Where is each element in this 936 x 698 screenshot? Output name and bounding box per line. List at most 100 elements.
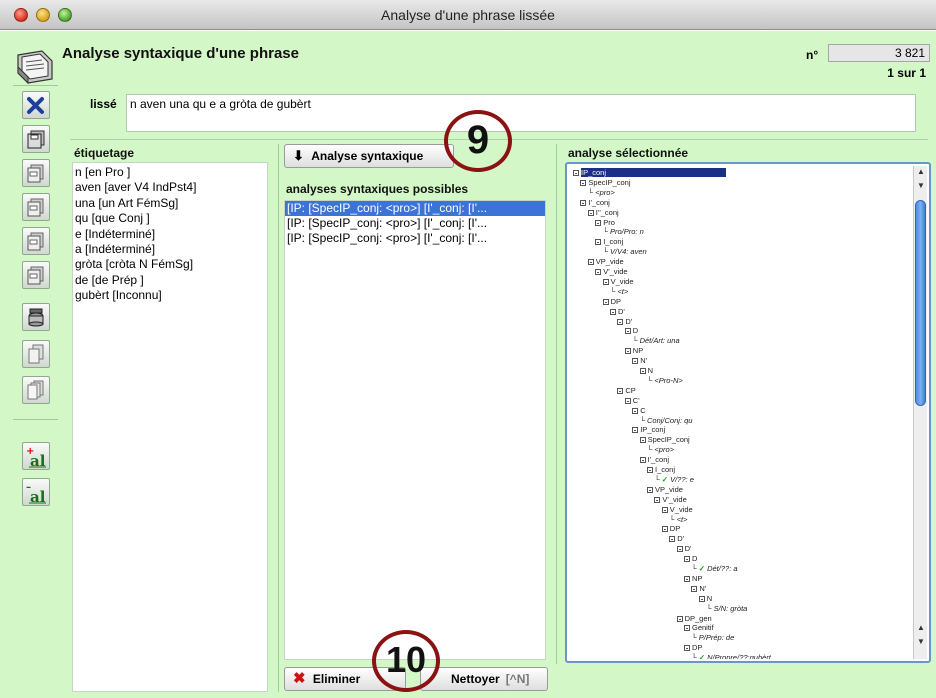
remove-word-button[interactable]: – al <box>22 478 50 506</box>
collapse-toggle-icon[interactable] <box>639 437 646 444</box>
tree-node[interactable]: └ V/V4: aven <box>603 247 647 256</box>
collapse-toggle-icon[interactable] <box>647 467 653 473</box>
collapse-toggle-icon[interactable] <box>669 536 676 543</box>
tree-node[interactable]: I'_conj <box>580 198 610 207</box>
list-item[interactable]: gubèrt [Inconnu] <box>75 288 265 303</box>
list-item[interactable]: [IP: [SpecIP_conj: <pro>] [I'_conj: [I'.… <box>285 201 545 216</box>
tree-node[interactable]: NP <box>624 346 643 355</box>
tree-node[interactable]: V'_vide <box>595 267 628 276</box>
tree-node[interactable]: SpecIP_conj <box>580 178 631 187</box>
tree-node[interactable]: IP_conj <box>573 168 727 177</box>
analyses-list[interactable]: [IP: [SpecIP_conj: <pro>] [I'_conj: [I'.… <box>284 200 546 660</box>
tree-node[interactable]: DP <box>684 643 702 652</box>
tree-node[interactable]: C' <box>624 396 640 405</box>
tree-scrollbar[interactable]: ▲ ▼ ▲ ▼ <box>913 166 927 659</box>
last-record-button[interactable] <box>22 261 50 289</box>
scroll-down-icon[interactable]: ▼ <box>914 180 928 192</box>
list-item[interactable]: e [Indéterminé] <box>75 227 265 242</box>
list-item[interactable]: [IP: [SpecIP_conj: <pro>] [I'_conj: [I'.… <box>285 231 545 246</box>
collapse-toggle-icon[interactable] <box>632 358 639 365</box>
collapse-toggle-icon[interactable] <box>654 496 661 503</box>
collapse-toggle-icon[interactable] <box>580 179 587 186</box>
tree-node[interactable]: └ P/Prép: de <box>691 633 734 642</box>
list-item[interactable]: de [de Prép ] <box>75 273 265 288</box>
collapse-toggle-icon[interactable] <box>580 199 587 206</box>
tree-node[interactable]: V_vide <box>602 277 634 286</box>
tree-node[interactable]: └ <t> <box>610 287 628 296</box>
tree-node[interactable]: I_conj <box>647 465 675 474</box>
list-item[interactable]: n [en Pro ] <box>75 165 265 180</box>
list-item[interactable]: una [un Art FémSg] <box>75 196 265 211</box>
list-item[interactable]: gròta [cròta N FémSg] <box>75 257 265 272</box>
scroll-up-icon[interactable]: ▲ <box>914 622 928 634</box>
tree-node[interactable]: └ ✓ V/??: e <box>654 475 693 484</box>
collapse-toggle-icon[interactable] <box>684 625 690 632</box>
tree-node[interactable]: N <box>639 366 653 375</box>
collapse-toggle-icon[interactable] <box>684 556 690 563</box>
list-item[interactable]: qu [que Conj ] <box>75 211 265 226</box>
scroll-thumb[interactable] <box>915 200 926 406</box>
collapse-toggle-icon[interactable] <box>587 209 594 216</box>
etiquetage-list[interactable]: n [en Pro ] aven [aver V4 IndPst4] una [… <box>72 162 268 692</box>
tree-node[interactable]: └ S/N: gròta <box>706 604 747 613</box>
collapse-toggle-icon[interactable] <box>624 348 631 355</box>
tree-node[interactable]: DP <box>602 297 621 306</box>
tree-node[interactable]: CP <box>617 386 636 395</box>
tree-node[interactable]: NP <box>684 574 702 583</box>
tree-node[interactable]: N' <box>632 356 647 365</box>
add-word-button[interactable]: + al <box>22 442 50 470</box>
duplicate-record-button[interactable] <box>22 376 50 404</box>
tree-node[interactable]: V_vide <box>661 505 693 514</box>
list-item[interactable]: aven [aver V4 IndPst4] <box>75 180 265 195</box>
scroll-down-icon[interactable]: ▼ <box>914 636 928 648</box>
collapse-toggle-icon[interactable] <box>595 219 602 226</box>
tree-node[interactable]: └ ✓ N/Propre/??:gubèrt <box>691 653 771 659</box>
collapse-toggle-icon[interactable] <box>602 298 609 305</box>
tree-node[interactable]: DP <box>661 524 680 533</box>
collapse-toggle-icon[interactable] <box>610 308 616 315</box>
save-button[interactable] <box>22 125 50 153</box>
nettoyer-button[interactable]: Nettoyer [^N] <box>420 667 548 691</box>
record-number-field[interactable]: 3 821 <box>828 44 930 62</box>
collapse-toggle-icon[interactable] <box>647 486 653 493</box>
collapse-toggle-icon[interactable] <box>661 506 668 513</box>
collapse-toggle-icon[interactable] <box>595 239 602 246</box>
collapse-toggle-icon[interactable] <box>595 269 602 275</box>
tree-node[interactable]: VP_vide <box>647 485 683 494</box>
tree-node[interactable]: └ Dét/Art: una <box>632 336 679 345</box>
tree-node[interactable]: I'_conj <box>639 455 669 464</box>
tree-node[interactable]: Genitif <box>684 623 714 632</box>
tree-node[interactable]: └ <pro> <box>647 445 674 454</box>
tree-node[interactable]: └ Pro/Pro: n <box>603 227 644 236</box>
collapse-toggle-icon[interactable] <box>617 387 624 394</box>
next-record-button[interactable] <box>22 227 50 255</box>
tree-node[interactable]: └ Conj/Conj: qu <box>640 416 693 425</box>
collapse-toggle-icon[interactable] <box>602 278 609 285</box>
scroll-up-icon[interactable]: ▲ <box>914 166 928 178</box>
tree-node[interactable]: N' <box>691 584 706 593</box>
collapse-toggle-icon[interactable] <box>684 645 690 652</box>
tree-node[interactable]: └ <Pro-N> <box>647 376 683 385</box>
tree-node[interactable]: DP_gen <box>676 614 712 623</box>
tree-node[interactable]: D' <box>610 307 625 316</box>
collapse-toggle-icon[interactable] <box>684 575 690 582</box>
collapse-toggle-icon[interactable] <box>639 368 646 374</box>
collapse-toggle-icon[interactable] <box>624 397 631 404</box>
collapse-toggle-icon[interactable] <box>632 427 639 434</box>
tree-node[interactable]: └ <t> <box>669 515 687 524</box>
tree-node[interactable]: C <box>632 406 646 415</box>
list-item[interactable]: [IP: [SpecIP_conj: <pro>] [I'_conj: [I'.… <box>285 216 545 231</box>
list-item[interactable]: a [Indéterminé] <box>75 242 265 257</box>
lisse-sentence-field[interactable]: n aven una qu e a gròta de gubèrt <box>126 94 916 132</box>
tree-node[interactable]: D <box>684 554 697 563</box>
print-button[interactable] <box>22 303 50 331</box>
previous-record-button[interactable] <box>22 193 50 221</box>
collapse-toggle-icon[interactable] <box>661 526 668 533</box>
tree-node[interactable]: V'_vide <box>654 495 687 504</box>
first-record-button[interactable] <box>22 159 50 187</box>
tree-node[interactable]: └ <pro> <box>588 188 615 197</box>
tree-node[interactable]: └ ✓ Dét/??: a <box>691 564 737 573</box>
tree-node[interactable]: I''_conj <box>587 208 619 217</box>
collapse-toggle-icon[interactable] <box>617 318 624 325</box>
collapse-toggle-icon[interactable] <box>573 170 579 176</box>
